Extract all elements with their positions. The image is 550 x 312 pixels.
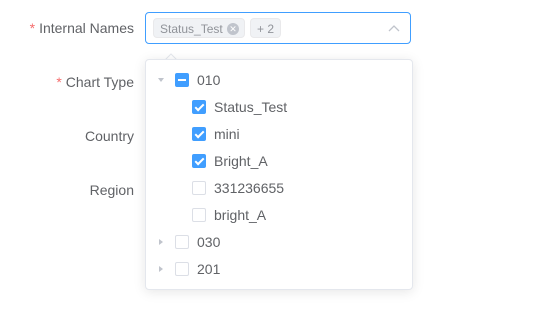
tree-node-bright-a[interactable]: Bright_A: [192, 147, 268, 174]
selected-tag: Status_Test ✕: [153, 18, 245, 38]
tree-node-label: Status_Test: [214, 98, 288, 115]
chart-type-label: * Chart Type: [14, 72, 134, 92]
tree-node-label: 201: [197, 260, 221, 277]
region-label: Region: [89, 182, 134, 198]
checkbox-checked[interactable]: [192, 126, 206, 141]
caret-right-icon[interactable]: [156, 264, 166, 274]
tree-node-label: Bright_A: [214, 152, 268, 169]
checkbox-unchecked[interactable]: [192, 207, 206, 222]
tree-node-label: 331236655: [214, 179, 285, 196]
tree-node-mini[interactable]: mini: [192, 120, 240, 147]
collapsed-count-tag: + 2: [250, 18, 281, 38]
tree-node-status-test[interactable]: Status_Test: [192, 93, 287, 120]
tree-node-label: 030: [197, 233, 221, 250]
tree-node-010[interactable]: 010: [156, 66, 220, 93]
internal-names-label-text: Internal Names: [39, 20, 134, 36]
required-marker: *: [29, 20, 36, 36]
checkbox-unchecked[interactable]: [175, 234, 189, 249]
checkbox-checked[interactable]: [192, 153, 206, 168]
tree-node-201[interactable]: 201: [156, 255, 220, 282]
chevron-up-icon[interactable]: [388, 23, 400, 33]
tree-node-bright-a-lower[interactable]: bright_A: [192, 201, 266, 228]
checkbox-indeterminate[interactable]: [175, 72, 189, 87]
caret-right-icon[interactable]: [156, 237, 166, 247]
country-label: Country: [84, 128, 134, 144]
selected-tag-label: Status_Test: [160, 22, 223, 36]
tree-node-label: mini: [214, 125, 240, 142]
tree-node-030[interactable]: 030: [156, 228, 220, 255]
tree-node-label: 010: [197, 71, 221, 88]
internal-names-select[interactable]: Status_Test ✕ + 2: [145, 12, 411, 44]
tree-dropdown: 010 Status_Test mini Bright_A 331236655 …: [145, 59, 413, 290]
tag-close-icon[interactable]: ✕: [227, 23, 239, 35]
tree-node-331236655[interactable]: 331236655: [192, 174, 284, 201]
chart-type-label-text: Chart Type: [65, 74, 134, 90]
required-marker: *: [56, 74, 62, 90]
tree-node-label: bright_A: [214, 206, 267, 223]
checkbox-unchecked[interactable]: [192, 180, 206, 195]
checkbox-unchecked[interactable]: [175, 261, 189, 276]
internal-names-label: * Internal Names: [14, 18, 134, 38]
caret-down-icon[interactable]: [156, 75, 166, 85]
checkbox-checked[interactable]: [192, 99, 206, 114]
